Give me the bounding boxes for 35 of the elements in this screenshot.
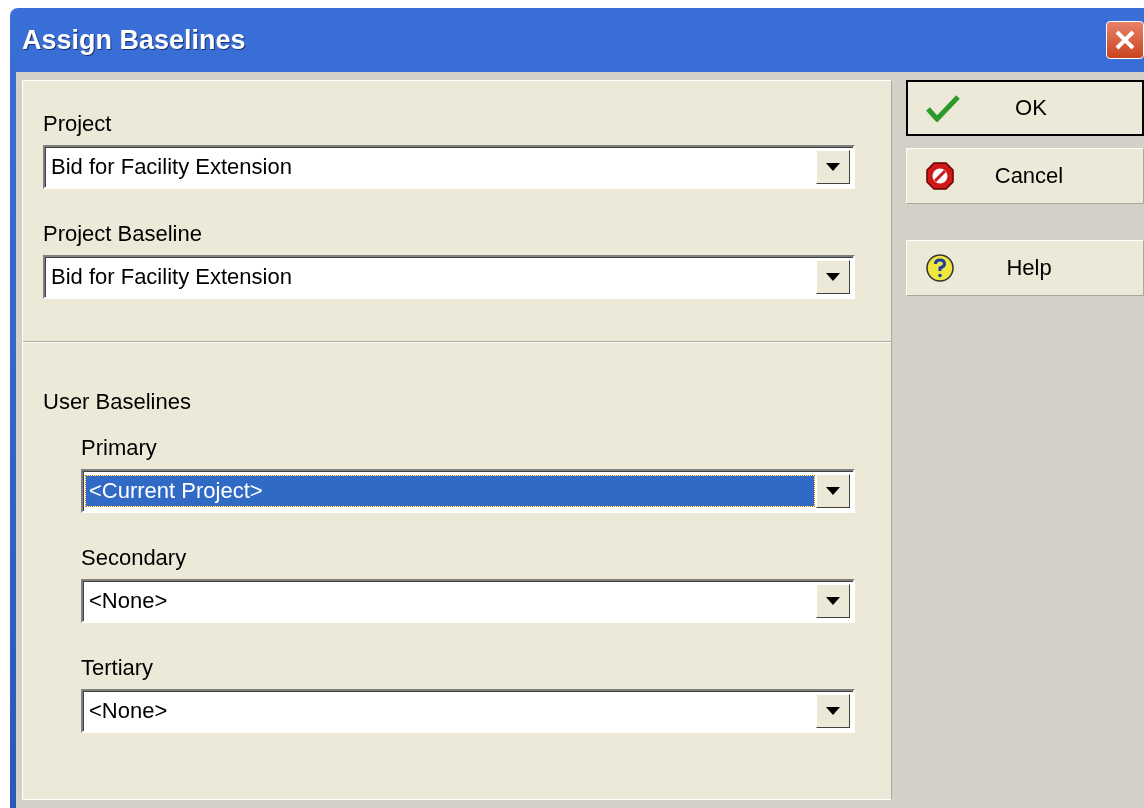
field-label: Project Baseline (43, 221, 203, 247)
caret-icon (826, 707, 840, 715)
checkmark-icon (926, 94, 960, 122)
dropdown-value: Bid for Facility Extension (50, 153, 293, 181)
dropdown-field[interactable]: <None> (81, 689, 855, 733)
caret-icon (826, 163, 840, 171)
cancel-button[interactable]: Cancel (906, 148, 1144, 204)
field-label: Secondary (81, 545, 188, 571)
close-button[interactable] (1106, 21, 1144, 59)
dropdown-value: Bid for Facility Extension (50, 263, 293, 291)
window-title: Assign Baselines (22, 24, 246, 56)
dropdown-arrow-button[interactable] (816, 474, 850, 508)
field-label: Project (43, 111, 113, 137)
section-heading: User Baselines (43, 389, 192, 415)
dropdown-arrow-button[interactable] (816, 584, 850, 618)
help-icon (925, 253, 955, 283)
ok-button[interactable]: OK (906, 80, 1144, 136)
caret-icon (826, 487, 840, 495)
dropdown-value: <Current Project> (86, 476, 814, 506)
close-icon (1113, 28, 1137, 52)
dropdown-arrow-button[interactable] (816, 694, 850, 728)
help-button[interactable]: Help (906, 240, 1144, 296)
caret-icon (826, 273, 840, 281)
dropdown-value: <None> (88, 697, 169, 725)
field-label: Primary (81, 435, 158, 461)
dropdown-field[interactable]: <None> (81, 579, 855, 623)
dropdown-field[interactable]: Bid for Facility Extension (43, 145, 855, 189)
field-label: Tertiary (81, 655, 155, 681)
caret-icon (826, 597, 840, 605)
dropdown-arrow-button[interactable] (816, 260, 850, 294)
dropdown-value: <None> (88, 587, 169, 615)
dropdown-field[interactable]: Bid for Facility Extension (43, 255, 855, 299)
dropdown-field[interactable]: <Current Project> (81, 469, 855, 513)
dropdown-arrow-button[interactable] (816, 150, 850, 184)
no-entry-icon (925, 161, 955, 191)
